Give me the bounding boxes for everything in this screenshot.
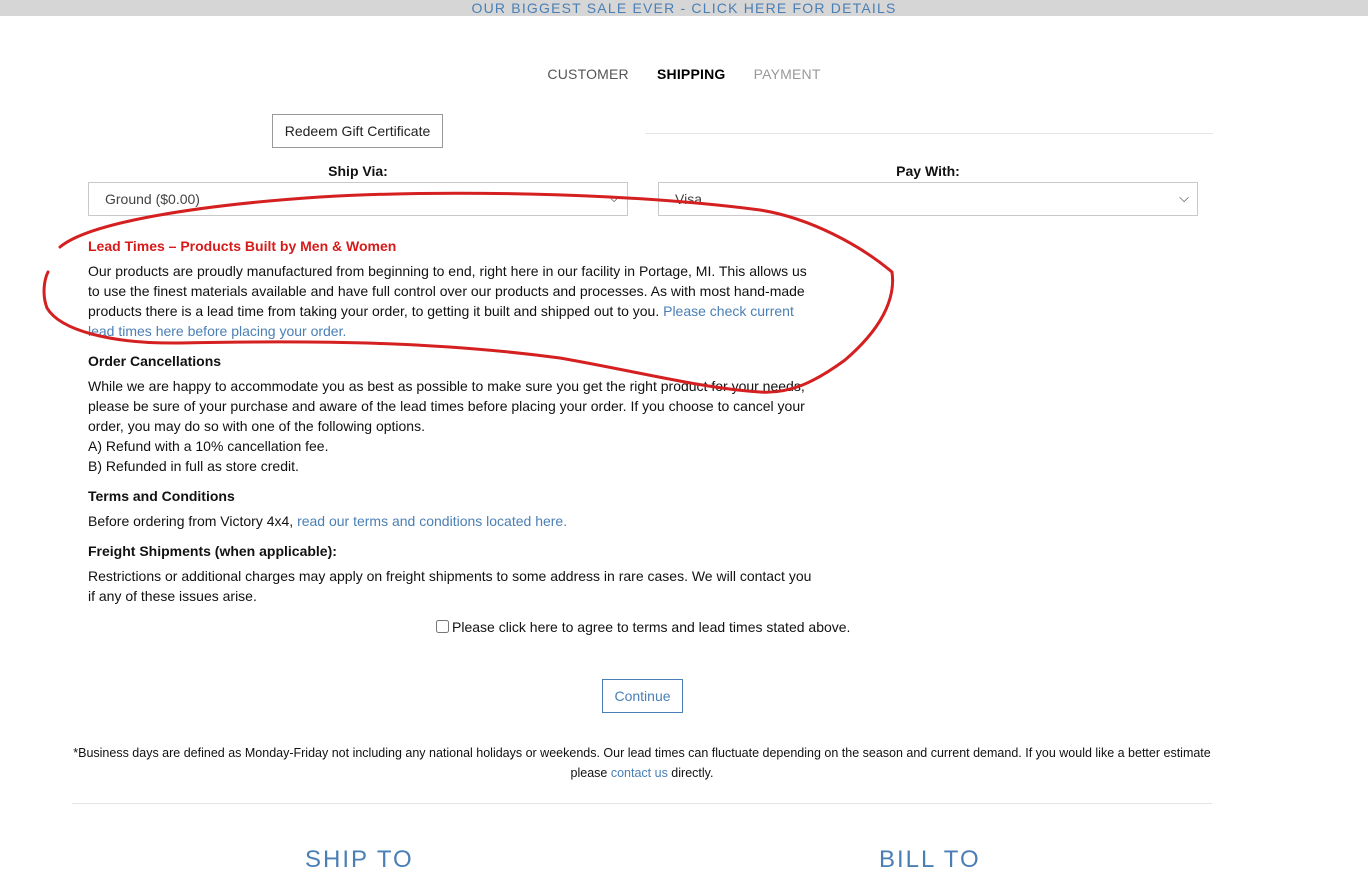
cancellation-option-b: B) Refunded in full as store credit. xyxy=(88,458,299,474)
ship-to-heading: SHIP TO xyxy=(305,846,414,873)
freight-title: Freight Shipments (when applicable): xyxy=(88,543,337,559)
chevron-down-icon: ⌵ xyxy=(609,190,619,205)
redeem-gift-certificate-button[interactable]: Redeem Gift Certificate xyxy=(272,114,443,148)
pay-with-selected-value: Visa xyxy=(675,191,702,207)
divider xyxy=(645,133,1213,134)
terms-link[interactable]: read our terms and conditions located he… xyxy=(297,513,567,529)
chevron-down-icon: ⌵ xyxy=(1179,190,1189,205)
pay-with-select[interactable]: Visa ⌵ xyxy=(658,182,1198,216)
step-payment: PAYMENT xyxy=(753,66,821,82)
terms-title: Terms and Conditions xyxy=(88,488,235,504)
step-customer[interactable]: CUSTOMER xyxy=(547,66,628,82)
bill-to-heading: BILL TO xyxy=(879,846,981,873)
pay-with-label: Pay With: xyxy=(896,163,960,179)
agree-terms-checkbox[interactable] xyxy=(436,620,449,633)
promo-banner-text[interactable]: OUR BIGGEST SALE EVER - CLICK HERE FOR D… xyxy=(472,0,897,16)
freight-body: Restrictions or additional charges may a… xyxy=(88,568,812,604)
cancellations-title: Order Cancellations xyxy=(88,353,222,369)
continue-button[interactable]: Continue xyxy=(602,679,683,713)
checkout-steps: CUSTOMER SHIPPING PAYMENT xyxy=(0,66,1368,82)
terms-content: Lead Times – Products Built by Men & Wom… xyxy=(88,236,818,616)
cancellation-option-a: A) Refund with a 10% cancellation fee. xyxy=(88,438,329,454)
promo-banner[interactable]: OUR BIGGEST SALE EVER - CLICK HERE FOR D… xyxy=(0,0,1368,16)
step-shipping: SHIPPING xyxy=(656,66,726,82)
agree-terms-label[interactable]: Please click here to agree to terms and … xyxy=(452,619,850,635)
terms-body: Before ordering from Victory 4x4, read o… xyxy=(88,513,568,529)
lead-times-body: Our products are proudly manufactured fr… xyxy=(88,263,807,339)
ship-via-select[interactable]: Ground ($0.00) ⌵ xyxy=(88,182,628,216)
lead-times-title: Lead Times – Products Built by Men & Wom… xyxy=(88,238,397,254)
business-days-footnote: *Business days are defined as Monday-Fri… xyxy=(73,746,1211,780)
ship-via-selected-value: Ground ($0.00) xyxy=(105,191,200,207)
cancellations-body: While we are happy to accommodate you as… xyxy=(88,378,805,474)
ship-via-label: Ship Via: xyxy=(328,163,388,179)
contact-us-link[interactable]: contact us xyxy=(611,766,668,780)
agree-terms[interactable]: Please click here to agree to terms and … xyxy=(436,619,850,635)
divider xyxy=(72,803,1212,804)
